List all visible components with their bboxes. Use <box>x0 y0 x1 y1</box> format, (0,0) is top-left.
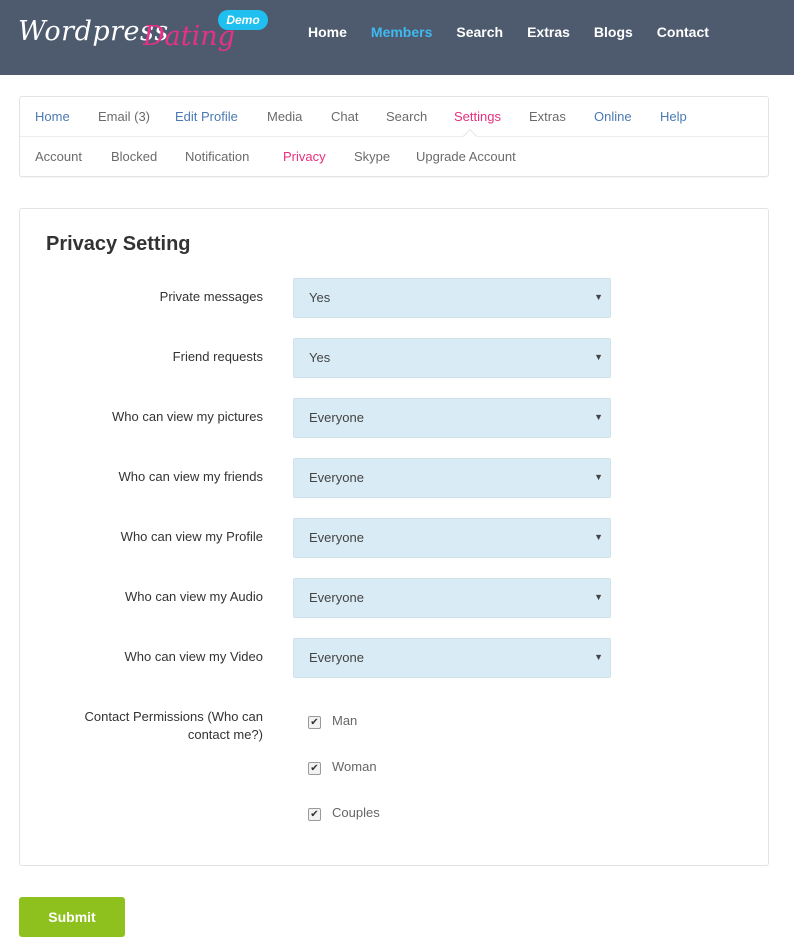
friend-requests-label: Friend requests <box>172 349 263 364</box>
contact-permissions-label-line2: contact me?) <box>187 727 263 742</box>
man-checkbox-label[interactable]: Man <box>332 713 357 728</box>
settings-nav-blocked[interactable]: Blocked <box>111 149 157 165</box>
select-value: Everyone <box>309 470 364 485</box>
member-nav-media[interactable]: Media <box>267 109 302 125</box>
select-value: Everyone <box>309 410 364 425</box>
member-nav: Home Email (3) Edit Profile Media Chat S… <box>20 97 768 144</box>
checkmark-icon: ✔ <box>310 809 319 820</box>
triangle-down-icon: ▼ <box>594 472 603 482</box>
settings-nav-account[interactable]: Account <box>35 149 82 165</box>
triangle-down-icon: ▼ <box>594 592 603 602</box>
view-video-label: Who can view my Video <box>124 649 264 664</box>
member-nav-home[interactable]: Home <box>35 109 70 125</box>
member-nav-search[interactable]: Search <box>386 109 427 125</box>
member-nav-edit-profile[interactable]: Edit Profile <box>175 109 238 125</box>
page-title: Privacy Setting <box>46 233 191 255</box>
select-value: Everyone <box>309 590 364 605</box>
woman-checkbox[interactable]: ✔ <box>308 762 321 775</box>
member-nav-online[interactable]: Online <box>594 109 632 125</box>
main-nav-home[interactable]: Home <box>308 22 347 42</box>
private-messages-label: Private messages <box>159 289 263 304</box>
main-nav-extras[interactable]: Extras <box>527 22 570 42</box>
view-audio-select[interactable]: Everyone ▼ <box>293 578 611 618</box>
triangle-down-icon: ▼ <box>594 292 603 302</box>
checkmark-icon: ✔ <box>310 717 319 728</box>
view-friends-select[interactable]: Everyone ▼ <box>293 458 611 498</box>
triangle-down-icon: ▼ <box>594 352 603 362</box>
main-nav-contact[interactable]: Contact <box>657 22 709 42</box>
contact-permissions-label: Contact Permissions (Who can contact me?… <box>85 708 263 744</box>
contact-permissions-label-line1: Contact Permissions (Who can <box>84 709 263 724</box>
account-menu: Home Email (3) Edit Profile Media Chat S… <box>19 96 769 177</box>
friend-requests-select[interactable]: Yes ▼ <box>293 338 611 378</box>
settings-nav: Account Blocked Notification Privacy Sky… <box>20 137 768 176</box>
settings-nav-notification[interactable]: Notification <box>185 149 249 165</box>
man-checkbox[interactable]: ✔ <box>308 716 321 729</box>
couples-checkbox[interactable]: ✔ <box>308 808 321 821</box>
settings-nav-upgrade-account[interactable]: Upgrade Account <box>416 149 516 165</box>
view-audio-label: Who can view my Audio <box>124 589 263 604</box>
view-friends-label: Who can view my friends <box>118 469 264 484</box>
settings-nav-skype[interactable]: Skype <box>354 149 390 165</box>
site-header: Wordpress Dating Demo Home Members Searc… <box>0 0 794 75</box>
member-nav-settings[interactable]: Settings <box>454 109 501 125</box>
main-nav-search[interactable]: Search <box>456 22 503 42</box>
member-nav-email[interactable]: Email (3) <box>98 109 150 125</box>
view-profile-label: Who can view my Profile <box>120 529 263 544</box>
triangle-down-icon: ▼ <box>594 532 603 542</box>
triangle-down-icon: ▼ <box>594 412 603 422</box>
privacy-settings-panel: Privacy Setting Private messages Yes ▼ F… <box>19 208 769 866</box>
view-pictures-label: Who can view my pictures <box>112 409 263 424</box>
triangle-down-icon: ▼ <box>594 652 603 662</box>
woman-checkbox-label[interactable]: Woman <box>332 759 377 774</box>
checkmark-icon: ✔ <box>310 763 319 774</box>
select-value: Everyone <box>309 650 364 665</box>
member-nav-chat[interactable]: Chat <box>331 109 358 125</box>
select-value: Yes <box>309 290 331 305</box>
private-messages-select[interactable]: Yes ▼ <box>293 278 611 318</box>
member-nav-extras[interactable]: Extras <box>529 109 566 125</box>
main-nav-blogs[interactable]: Blogs <box>594 22 633 42</box>
view-profile-select[interactable]: Everyone ▼ <box>293 518 611 558</box>
submit-button[interactable]: Submit <box>19 897 125 937</box>
couples-checkbox-label[interactable]: Couples <box>332 805 380 820</box>
settings-nav-privacy[interactable]: Privacy <box>283 149 326 165</box>
view-video-select[interactable]: Everyone ▼ <box>293 638 611 678</box>
view-pictures-select[interactable]: Everyone ▼ <box>293 398 611 438</box>
member-nav-help[interactable]: Help <box>660 109 687 125</box>
select-value: Everyone <box>309 530 364 545</box>
main-nav: Home Members Search Extras Blogs Contact <box>296 22 721 42</box>
main-nav-members[interactable]: Members <box>371 22 432 42</box>
select-value: Yes <box>309 350 331 365</box>
demo-badge: Demo <box>218 10 268 30</box>
